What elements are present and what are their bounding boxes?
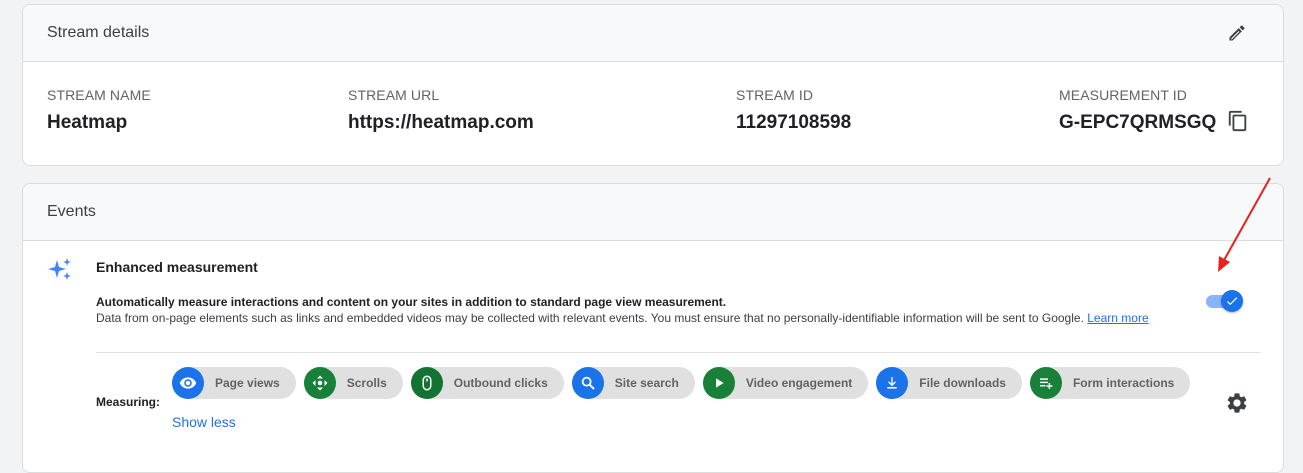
search-icon [571, 367, 604, 399]
stream-id-label: STREAM ID [736, 87, 814, 103]
chip-label: Site search [614, 376, 679, 390]
chip-label: Form interactions [1072, 376, 1175, 390]
toggle-thumb [1221, 290, 1243, 312]
gear-icon [1227, 393, 1247, 413]
enhanced-measurement-description: Automatically measure interactions and c… [96, 294, 1186, 326]
mouse-icon [410, 367, 443, 399]
eye-icon [172, 367, 204, 399]
download-icon [876, 367, 909, 399]
learn-more-link[interactable]: Learn more [1087, 311, 1148, 325]
enhanced-measurement-title: Enhanced measurement [96, 259, 258, 275]
stream-name-value: Heatmap [47, 112, 128, 133]
chip-page-views[interactable]: Page views [172, 367, 296, 399]
enhanced-measurement-toggle[interactable] [1206, 290, 1243, 312]
chip-label: Outbound clicks [453, 376, 548, 390]
chip-scrolls[interactable]: Scrolls [303, 367, 403, 399]
checkmark-icon [1226, 297, 1238, 306]
chip-label: Video engagement [745, 376, 853, 390]
form-list-icon [1029, 367, 1062, 399]
chip-video-engagement[interactable]: Video engagement [702, 367, 869, 399]
pencil-icon [1229, 25, 1245, 41]
stream-details-card: Stream details STREAM NAME Heatmap STREA… [22, 4, 1284, 166]
stream-url-label: STREAM URL [348, 87, 440, 103]
stream-url-value: https://heatmap.com [348, 112, 534, 133]
copy-measurement-id-button[interactable] [1225, 108, 1251, 134]
chip-outbound-clicks[interactable]: Outbound clicks [410, 367, 564, 399]
enhanced-measurement-settings-button[interactable] [1224, 390, 1250, 416]
stream-details-title: Stream details [47, 24, 150, 41]
chip-site-search[interactable]: Site search [571, 367, 695, 399]
divider [96, 352, 1261, 353]
events-card: Events Enhanced measurement Automaticall… [22, 183, 1284, 473]
copy-icon [1228, 110, 1247, 132]
measuring-label: Measuring: [96, 395, 161, 409]
measurement-chips: Page views Scrolls Outbound clicks Site … [172, 367, 1191, 399]
edit-stream-button[interactable] [1225, 21, 1249, 45]
measurement-id-value: G-EPC7QRMSGQ [1059, 112, 1217, 133]
chip-file-downloads[interactable]: File downloads [876, 367, 1022, 399]
events-header: Events [23, 184, 1283, 241]
show-less-link[interactable]: Show less [172, 414, 236, 430]
chip-label: Page views [215, 376, 280, 390]
stream-details-header: Stream details [23, 5, 1283, 62]
chip-label: Scrolls [346, 376, 387, 390]
chip-label: File downloads [919, 376, 1006, 390]
scroll-arrows-icon [303, 367, 336, 399]
description-text: Data from on-page elements such as links… [96, 311, 1084, 325]
stream-id-value: 11297108598 [736, 112, 852, 133]
events-title: Events [47, 203, 96, 220]
description-bold-text: Automatically measure interactions and c… [96, 295, 727, 309]
chip-form-interactions[interactable]: Form interactions [1029, 367, 1191, 399]
play-icon [702, 367, 735, 399]
measurement-id-label: MEASUREMENT ID [1059, 87, 1187, 103]
sparkle-icon [47, 257, 73, 288]
stream-name-label: STREAM NAME [47, 87, 151, 103]
